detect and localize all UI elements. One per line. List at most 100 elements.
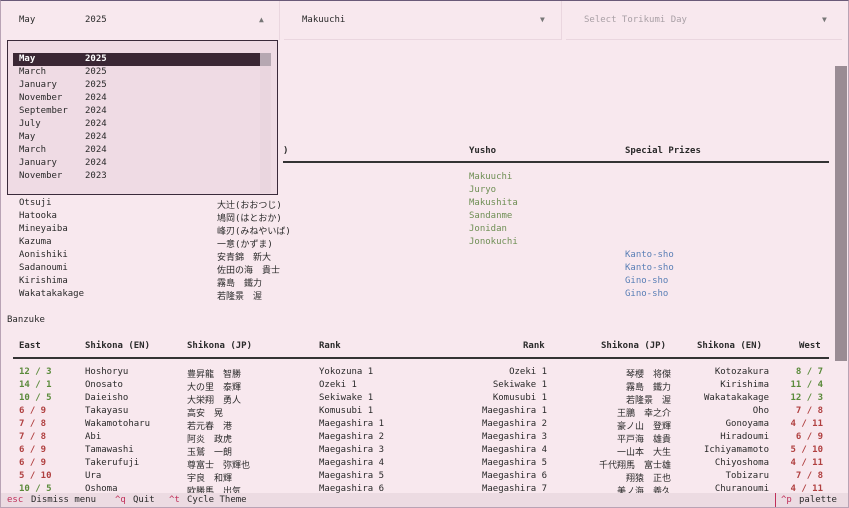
- east-shikona-en: Daieisho: [85, 393, 129, 403]
- dropdown-option[interactable]: May 2024: [13, 131, 271, 144]
- winner-shikona-en: Kazuma: [19, 237, 52, 247]
- east-shikona-jp: 宇良 和輝: [187, 474, 233, 484]
- main-scrollbar-thumb[interactable]: [835, 66, 847, 361]
- west-shikona-en: Hiradoumi: [720, 432, 769, 442]
- west-shikona-en: Ichiyamamoto: [703, 445, 769, 455]
- option-month: January: [19, 158, 57, 168]
- torikumi-day-select[interactable]: Select Torikumi Day ▼: [566, 1, 842, 40]
- west-shikona-en: Gonoyama: [725, 419, 769, 429]
- yusho-header: Yusho: [469, 146, 497, 156]
- theme-key[interactable]: ^t: [169, 495, 180, 505]
- west-record: 4 / 11: [790, 419, 823, 429]
- triangle-down-icon: ▼: [822, 15, 827, 24]
- quit-key[interactable]: ^q: [115, 495, 126, 505]
- triangle-down-icon: ▼: [540, 15, 545, 24]
- east-record: 14 / 1: [19, 380, 52, 390]
- east-shikona-en: Abi: [85, 432, 102, 442]
- west-shikona-jp: 翔猿 正也: [625, 474, 671, 484]
- west-shikona-jp: 平戸海 雄貴: [616, 435, 671, 445]
- winner-shikona-en: Sadanoumi: [19, 263, 68, 273]
- east-record: 6 / 9: [19, 406, 47, 416]
- dropdown-option[interactable]: January 2025: [13, 79, 271, 92]
- division-value: Makuuchi: [302, 15, 346, 25]
- option-month: September: [19, 106, 68, 116]
- palette-key[interactable]: ^p: [781, 495, 792, 505]
- dropdown-option[interactable]: March 2025: [13, 66, 271, 79]
- dropdown-option[interactable]: November 2024: [13, 92, 271, 105]
- dropdown-option[interactable]: May 2025: [13, 53, 260, 66]
- east-record: 6 / 9: [19, 458, 47, 468]
- dropdown-scrollbar-thumb[interactable]: [260, 53, 271, 66]
- winner-shikona-en: Wakatakakage: [19, 289, 85, 299]
- header-rule: [13, 357, 829, 359]
- east-rank: Maegashira 5: [319, 471, 385, 481]
- east-rank: Maegashira 3: [319, 445, 385, 455]
- option-month: January: [19, 80, 57, 90]
- col-header-rank[interactable]: Rank: [319, 341, 341, 351]
- special-prize: Gino-sho: [625, 289, 669, 299]
- east-shikona-en: Onosato: [85, 380, 123, 390]
- col-header-shikona-en[interactable]: Shikona (EN): [85, 341, 150, 351]
- option-year: 2024: [85, 132, 107, 142]
- winner-shikona-jp: 佐田の海 貴士: [217, 266, 281, 276]
- col-header-shikona-jp-west[interactable]: Shikona (JP): [601, 341, 666, 351]
- west-record: 11 / 4: [790, 380, 823, 390]
- east-shikona-en: Ura: [85, 471, 102, 481]
- west-rank: Maegashira 4: [481, 445, 547, 455]
- east-record: 6 / 9: [19, 445, 47, 455]
- dropdown-option[interactable]: September 2024: [13, 105, 271, 118]
- east-shikona-en: Hoshoryu: [85, 367, 129, 377]
- west-shikona-jp: 若隆景 渥: [625, 396, 671, 406]
- west-record: 5 / 10: [790, 445, 823, 455]
- east-record: 7 / 8: [19, 432, 47, 442]
- winner-shikona-en: Otsuji: [19, 198, 52, 208]
- east-shikona-jp: 玉鷲 一朗: [187, 448, 233, 458]
- west-shikona-jp: 霧島 鐵力: [625, 383, 671, 393]
- east-shikona-jp: 尊富士 弥輝也: [187, 461, 251, 471]
- east-shikona-jp: 大栄翔 勇人: [187, 396, 242, 406]
- dropdown-option[interactable]: January 2024: [13, 157, 271, 170]
- west-shikona-en: Kotozakura: [714, 367, 769, 377]
- east-rank: Komusubi 1: [319, 406, 374, 416]
- col-header-rank-west[interactable]: Rank: [523, 341, 545, 351]
- palette-label[interactable]: palette: [799, 495, 837, 505]
- division-select[interactable]: Makuuchi ▼: [284, 1, 561, 40]
- west-record: 6 / 9: [795, 432, 823, 442]
- dismiss-menu-label[interactable]: Dismiss menu: [31, 495, 96, 505]
- west-rank: Maegashira 1: [481, 406, 547, 416]
- winner-shikona-jp: 峰刃(みねやいば): [217, 227, 291, 237]
- winner-shikona-jp: 鳩岡(はとおか): [217, 214, 282, 224]
- option-month: March: [19, 67, 47, 77]
- basho-select[interactable]: May 2025 ▲: [1, 1, 279, 40]
- west-shikona-en: Tobizaru: [725, 471, 769, 481]
- option-year: 2024: [85, 93, 107, 103]
- east-record: 10 / 5: [19, 393, 52, 403]
- footer-bar: esc Dismiss menu ^q Quit ^t Cycle Theme …: [1, 493, 848, 507]
- winner-shikona-jp: 一意(かずま): [217, 240, 273, 250]
- col-header-east[interactable]: East: [19, 341, 41, 351]
- east-shikona-jp: 若元春 港: [187, 422, 233, 432]
- dropdown-option[interactable]: March 2024: [13, 144, 271, 157]
- east-shikona-jp: 大の里 泰輝: [187, 383, 242, 393]
- esc-key[interactable]: esc: [7, 495, 23, 505]
- special-prizes-header: Special Prizes: [625, 146, 701, 156]
- west-record: 7 / 8: [795, 406, 823, 416]
- dropdown-option[interactable]: July 2024: [13, 118, 271, 131]
- east-record: 7 / 8: [19, 419, 47, 429]
- cycle-theme-label[interactable]: Cycle Theme: [187, 495, 247, 505]
- option-month: May: [19, 132, 36, 142]
- east-rank: Ozeki 1: [319, 380, 357, 390]
- yusho-division: Jonidan: [469, 224, 507, 234]
- west-shikona-jp: 琴櫻 将傑: [625, 370, 671, 380]
- dropdown-option[interactable]: November 2023: [13, 170, 271, 183]
- east-shikona-en: Wakamotoharu: [85, 419, 151, 429]
- option-year: 2024: [85, 145, 107, 155]
- yusho-division: Sandanme: [469, 211, 513, 221]
- winner-shikona-en: Kirishima: [19, 276, 68, 286]
- col-header-shikona-jp[interactable]: Shikona (JP): [187, 341, 252, 351]
- col-header-shikona-en-west[interactable]: Shikona (EN): [697, 341, 762, 351]
- quit-label[interactable]: Quit: [133, 495, 155, 505]
- col-header-west[interactable]: West: [799, 341, 821, 351]
- option-year: 2025: [85, 54, 107, 64]
- yusho-division: Jonokuchi: [469, 237, 518, 247]
